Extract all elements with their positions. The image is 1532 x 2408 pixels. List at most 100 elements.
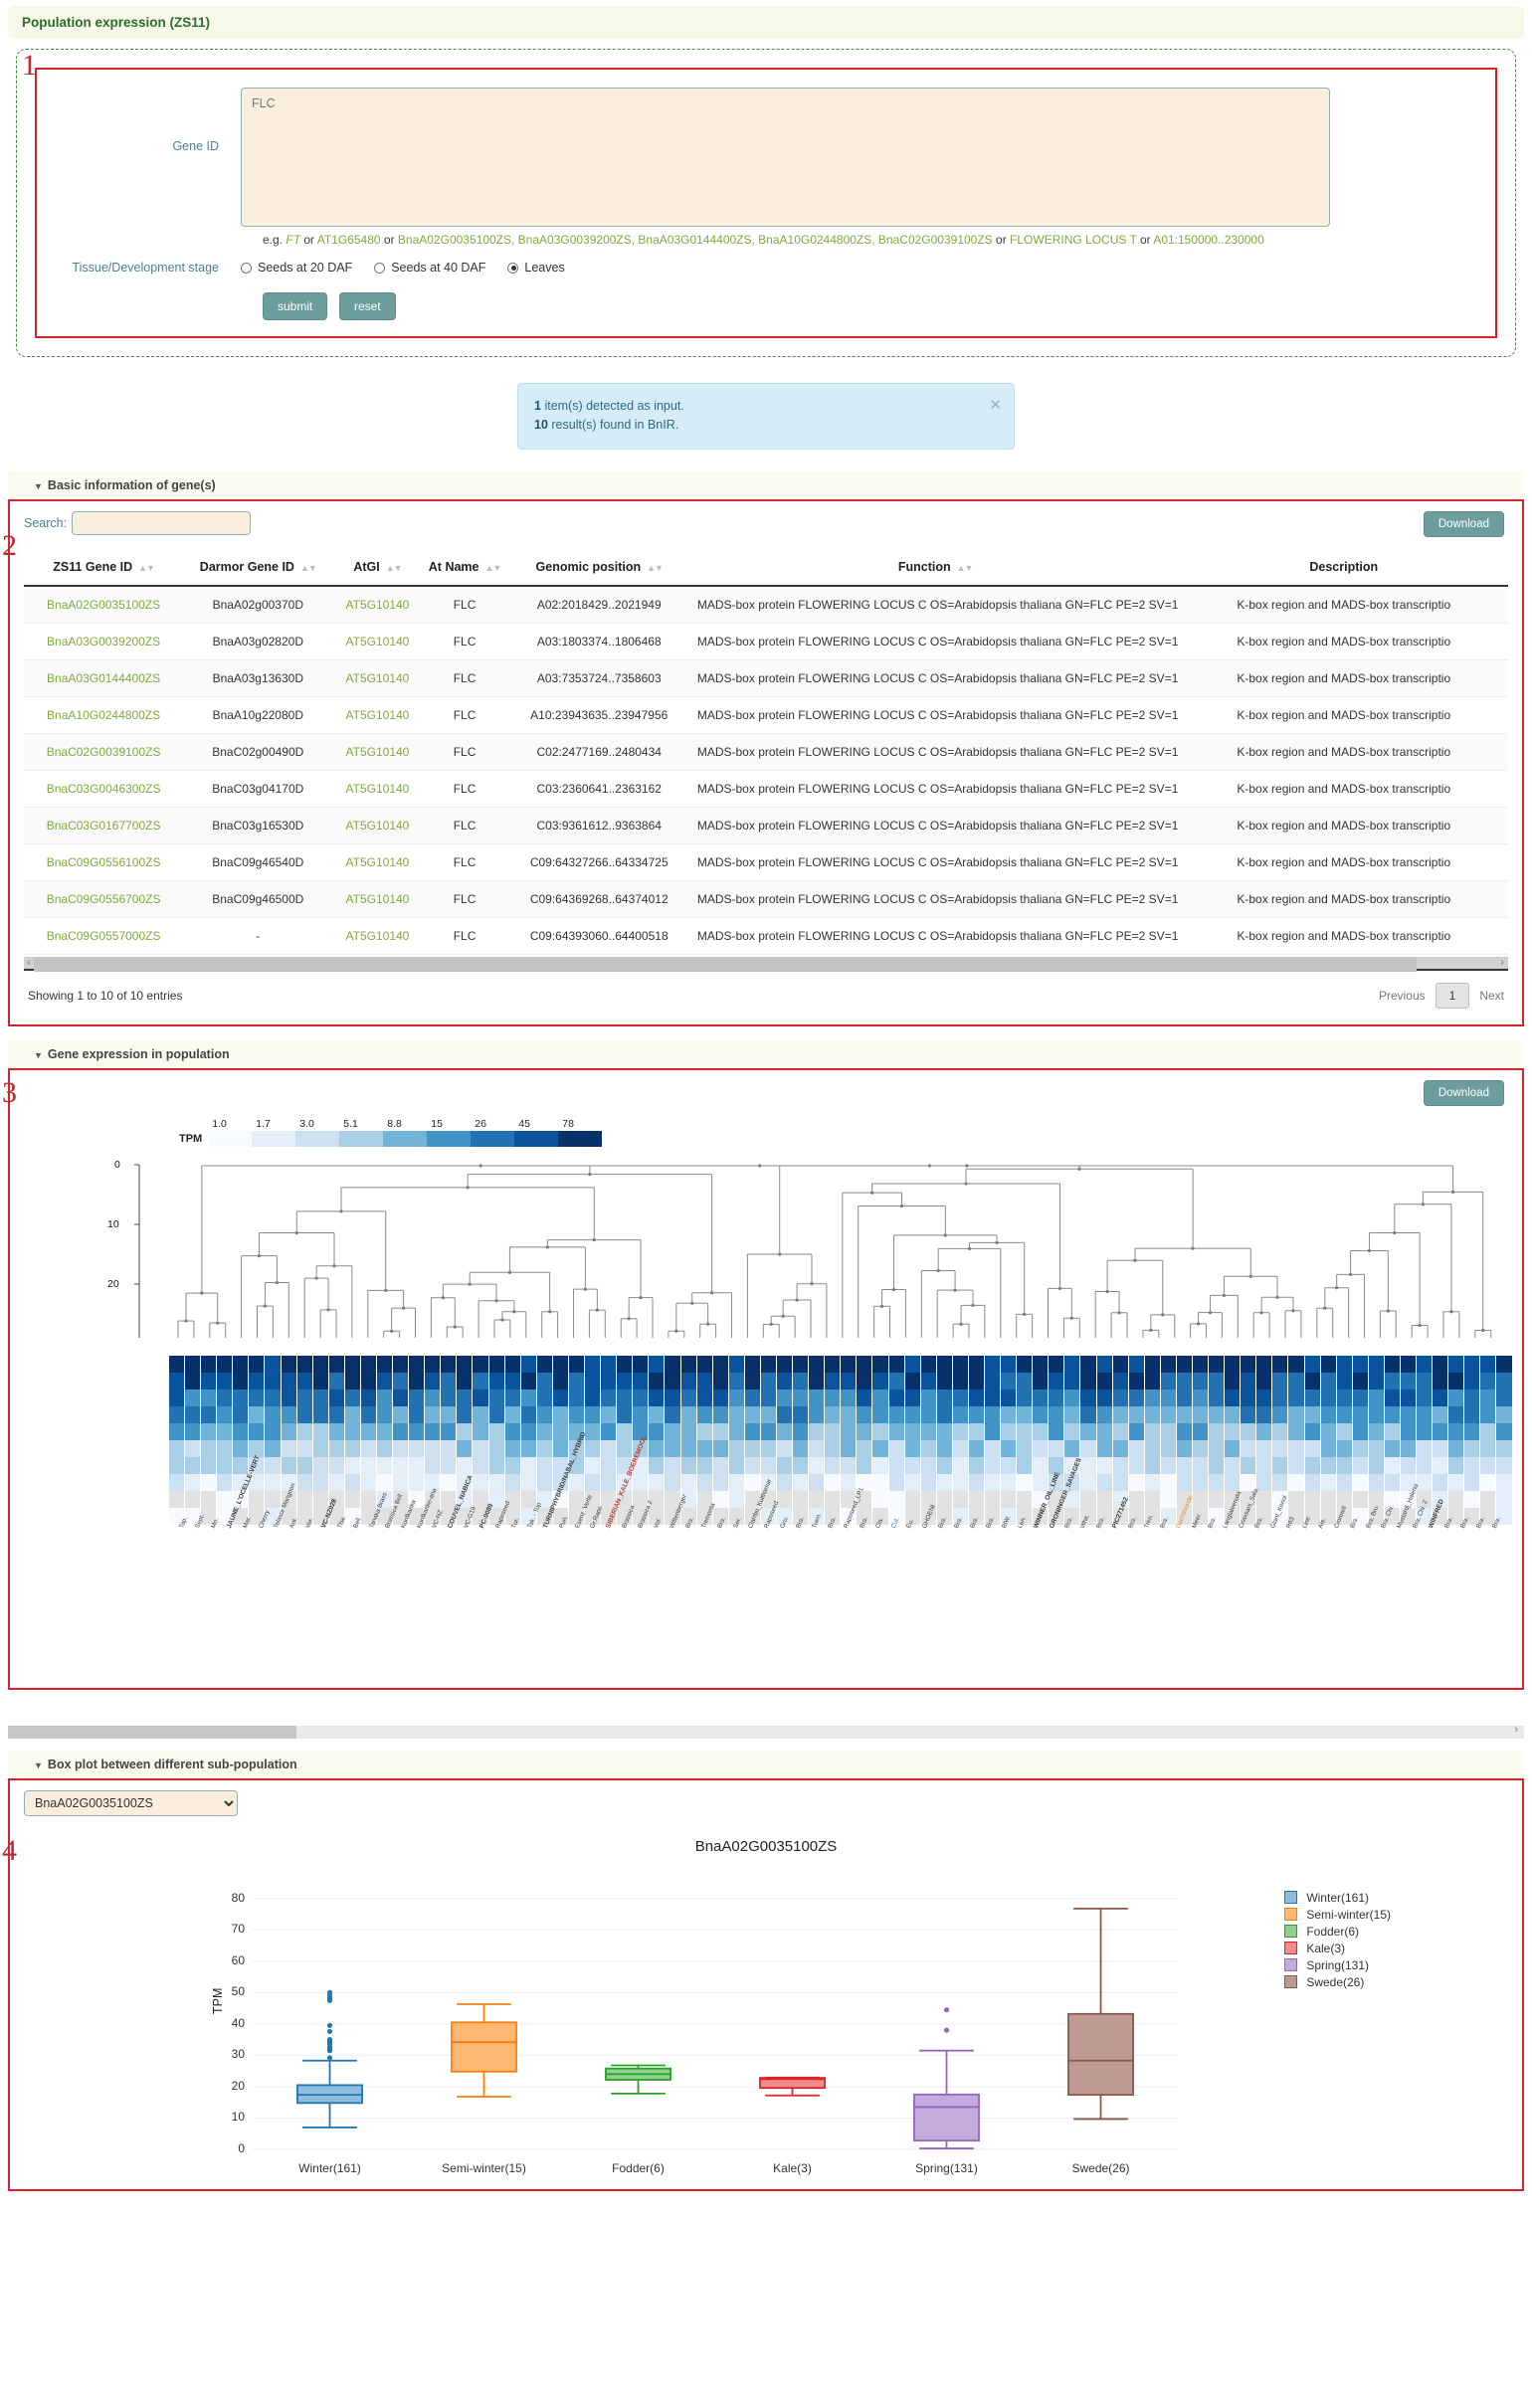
heatmap-cell[interactable] — [1225, 1372, 1241, 1389]
heatmap-cell[interactable] — [984, 1490, 1001, 1508]
heatmap-cell[interactable] — [344, 1372, 360, 1389]
heatmap-cell[interactable] — [1017, 1456, 1033, 1474]
heatmap-cell[interactable] — [1160, 1389, 1176, 1406]
heatmap-cell[interactable] — [360, 1355, 377, 1373]
heatmap-cell[interactable] — [1368, 1355, 1384, 1373]
heatmap-cell[interactable] — [441, 1473, 457, 1491]
heatmap-cell[interactable] — [201, 1389, 217, 1406]
heatmap-cell[interactable] — [1176, 1439, 1192, 1457]
heatmap-cell[interactable] — [1241, 1355, 1256, 1373]
heatmap-cell[interactable] — [888, 1456, 904, 1474]
heatmap-cell[interactable] — [185, 1490, 201, 1508]
heatmap-cell[interactable] — [1256, 1389, 1272, 1406]
heatmap-cell[interactable] — [328, 1372, 344, 1389]
heatmap-cell[interactable] — [585, 1372, 601, 1389]
heatmap-cell[interactable] — [665, 1355, 680, 1373]
heatmap-cell[interactable] — [776, 1473, 793, 1491]
heatmap-cell[interactable] — [585, 1473, 601, 1491]
heatmap-cell[interactable] — [872, 1473, 888, 1491]
cell-atgi[interactable]: AT5G10140 — [332, 623, 423, 660]
close-icon[interactable]: ✕ — [989, 394, 1002, 417]
heatmap-cell[interactable] — [809, 1439, 825, 1457]
heatmap-cell[interactable] — [1417, 1372, 1433, 1389]
heatmap-cell[interactable] — [952, 1405, 968, 1423]
heatmap-cell[interactable] — [1417, 1405, 1433, 1423]
heatmap-cell[interactable] — [601, 1439, 617, 1457]
heatmap-cell[interactable] — [1144, 1473, 1160, 1491]
cell-zs11[interactable]: BnaC09G0556100ZS — [24, 843, 184, 881]
heatmap-cell[interactable] — [425, 1405, 441, 1423]
heatmap-cell[interactable] — [536, 1473, 552, 1491]
heatmap-cell[interactable] — [793, 1422, 809, 1440]
heatmap-cell[interactable] — [1288, 1422, 1304, 1440]
reset-button[interactable]: reset — [338, 292, 396, 320]
heatmap-cell[interactable] — [760, 1439, 776, 1457]
heatmap-cell[interactable] — [1209, 1439, 1225, 1457]
heatmap-cell[interactable] — [1128, 1389, 1144, 1406]
boxplot-legend-item[interactable]: Fodder(6) — [1284, 1925, 1391, 1939]
heatmap-cell[interactable] — [1193, 1490, 1209, 1508]
heatmap-cell[interactable] — [473, 1490, 488, 1508]
heatmap-cell[interactable] — [1448, 1389, 1464, 1406]
heatmap-cell[interactable] — [952, 1439, 968, 1457]
cell-atgi[interactable]: AT5G10140 — [332, 880, 423, 918]
heatmap-cell[interactable] — [552, 1439, 568, 1457]
boxplot-box[interactable] — [296, 1989, 363, 2129]
heatmap-cell[interactable] — [1272, 1439, 1288, 1457]
cell-atgi[interactable]: AT5G10140 — [332, 770, 423, 808]
pagination-page-1[interactable]: 1 — [1435, 982, 1470, 1009]
heatmap-cell[interactable] — [1160, 1372, 1176, 1389]
heatmap-cell[interactable] — [1001, 1439, 1017, 1457]
expression-section-header[interactable]: ▼ Gene expression in population — [8, 1039, 1524, 1068]
heatmap-cell[interactable] — [1368, 1439, 1384, 1457]
heatmap-cell[interactable] — [968, 1490, 984, 1508]
heatmap-cell[interactable] — [1417, 1439, 1433, 1457]
heatmap-cell[interactable] — [328, 1456, 344, 1474]
heatmap-cell[interactable] — [888, 1422, 904, 1440]
heatmap-cell[interactable] — [1304, 1372, 1320, 1389]
heatmap-cell[interactable] — [249, 1405, 265, 1423]
heatmap-cell[interactable] — [1080, 1355, 1096, 1373]
heatmap-cell[interactable] — [712, 1473, 728, 1491]
heatmap-cell[interactable] — [857, 1439, 872, 1457]
heatmap-cell[interactable] — [1352, 1405, 1368, 1423]
heatmap-cell[interactable] — [728, 1422, 744, 1440]
heatmap-cell[interactable] — [473, 1405, 488, 1423]
heatmap-cell[interactable] — [872, 1405, 888, 1423]
heatmap-cell[interactable] — [1256, 1439, 1272, 1457]
heatmap-cell[interactable] — [968, 1372, 984, 1389]
heatmap-cell[interactable] — [809, 1405, 825, 1423]
heatmap-cell[interactable] — [377, 1439, 393, 1457]
heatmap-cell[interactable] — [696, 1422, 712, 1440]
pagination-previous[interactable]: Previous — [1379, 989, 1426, 1003]
heatmap-cell[interactable] — [904, 1456, 920, 1474]
heatmap-cell[interactable] — [1288, 1439, 1304, 1457]
heatmap-cell[interactable] — [1209, 1389, 1225, 1406]
heatmap-cell[interactable] — [441, 1422, 457, 1440]
heatmap-cell[interactable] — [1096, 1490, 1112, 1508]
heatmap-cell[interactable] — [1225, 1456, 1241, 1474]
heatmap-cell[interactable] — [393, 1355, 409, 1373]
heatmap-cell[interactable] — [809, 1372, 825, 1389]
heatmap-cell[interactable] — [441, 1355, 457, 1373]
heatmap-cell[interactable] — [920, 1439, 936, 1457]
heatmap-cell[interactable] — [1128, 1490, 1144, 1508]
heatmap-cell[interactable] — [377, 1473, 393, 1491]
heatmap-cell[interactable] — [568, 1405, 585, 1423]
boxplot-box[interactable] — [605, 2064, 671, 2095]
heatmap-cell[interactable] — [265, 1372, 281, 1389]
heatmap-cell[interactable] — [328, 1473, 344, 1491]
heatmap-cell[interactable] — [1480, 1422, 1496, 1440]
heatmap-cell[interactable] — [1368, 1473, 1384, 1491]
heatmap-cell[interactable] — [281, 1439, 296, 1457]
heatmap-cell[interactable] — [1304, 1389, 1320, 1406]
heatmap-cell[interactable] — [265, 1473, 281, 1491]
heatmap-cell[interactable] — [568, 1473, 585, 1491]
heatmap-cell[interactable] — [841, 1456, 857, 1474]
heatmap-cell[interactable] — [1209, 1456, 1225, 1474]
heatmap-cell[interactable] — [1128, 1405, 1144, 1423]
heatmap-cell[interactable] — [680, 1405, 696, 1423]
heatmap-cell[interactable] — [1272, 1389, 1288, 1406]
heatmap-cell[interactable] — [728, 1389, 744, 1406]
heatmap-cell[interactable] — [312, 1389, 328, 1406]
